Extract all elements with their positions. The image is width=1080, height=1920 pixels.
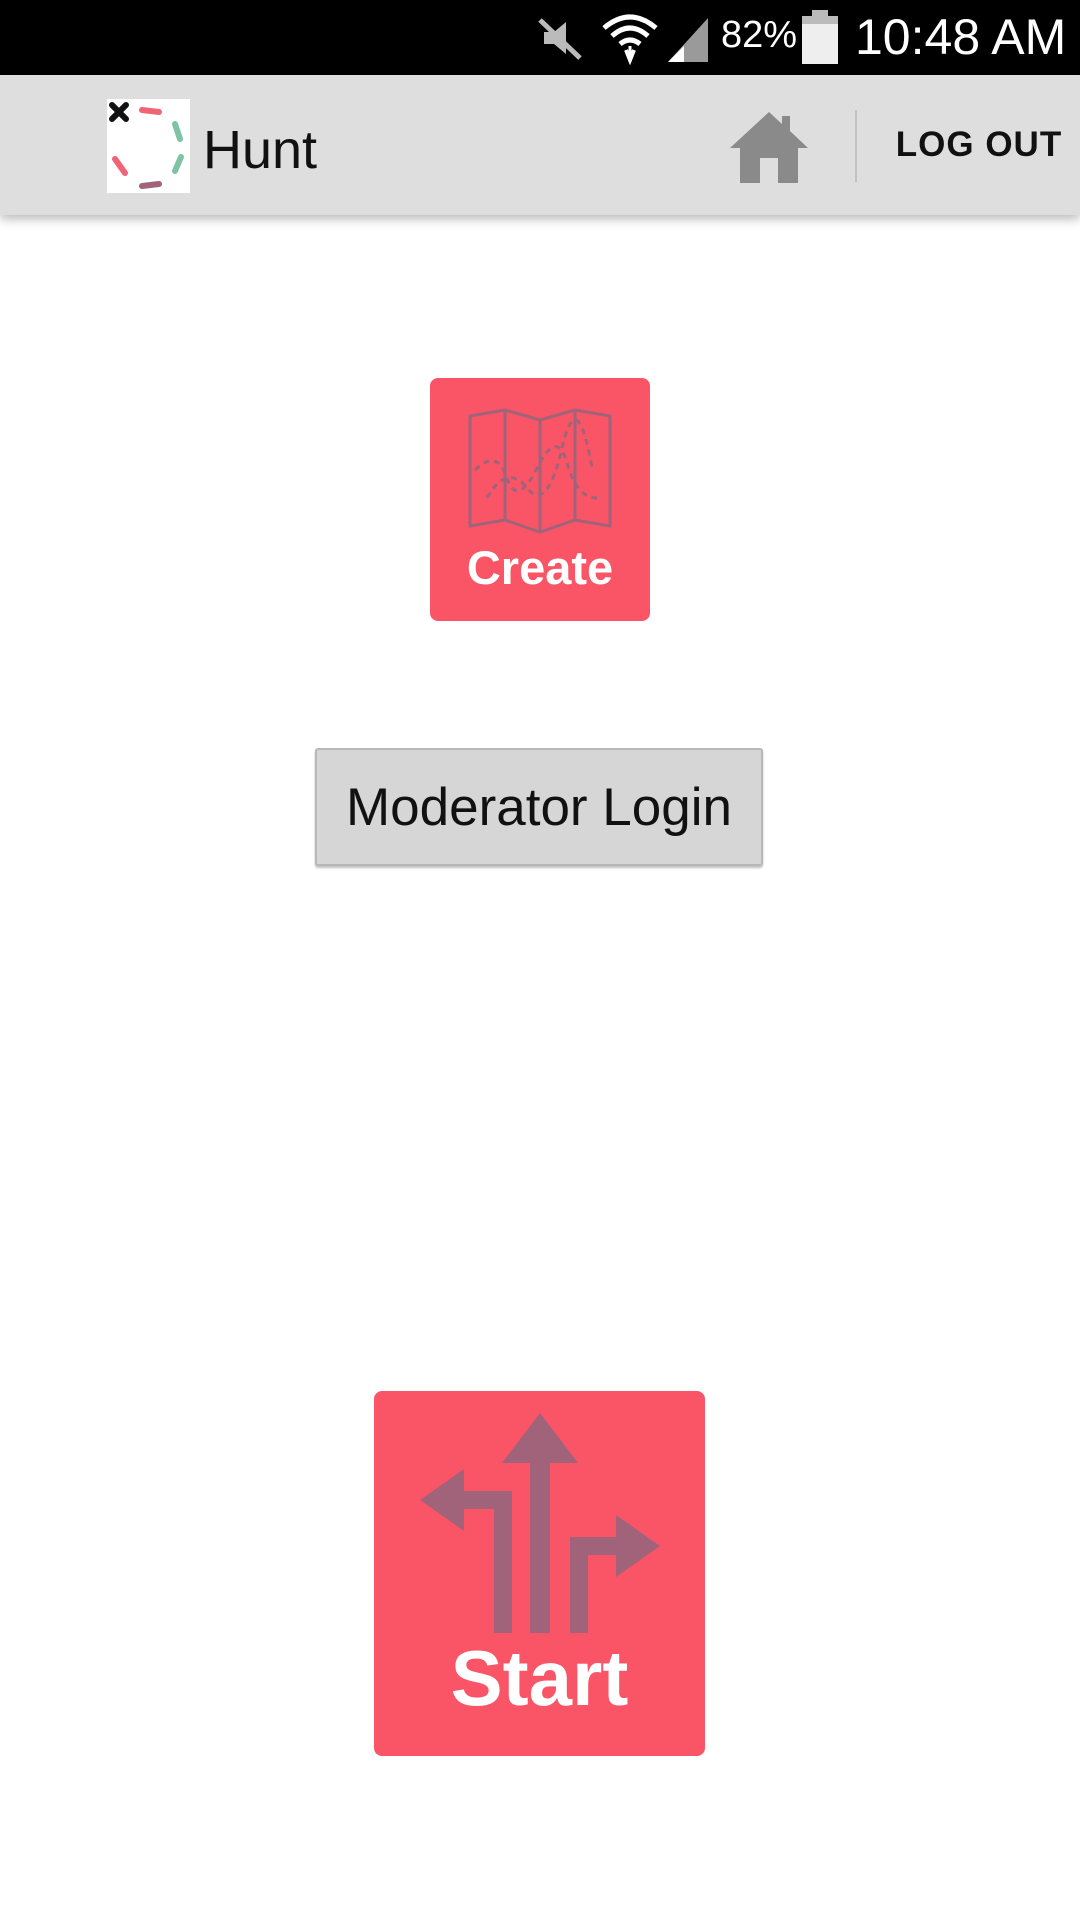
app-logo-icon	[107, 99, 190, 193]
start-button[interactable]: Start	[374, 1391, 705, 1756]
directions-icon	[419, 1413, 660, 1633]
home-button[interactable]	[728, 110, 810, 185]
battery-icon	[800, 10, 840, 71]
moderator-login-button[interactable]: Moderator Login	[315, 748, 763, 866]
action-bar: Hunt LOG OUT	[0, 75, 1080, 215]
start-label: Start	[450, 1634, 629, 1722]
logout-button[interactable]: LOG OUT	[878, 75, 1080, 215]
signal-icon	[664, 10, 712, 71]
status-bar: 82% 10:48 AM	[0, 0, 1080, 75]
action-bar-divider	[855, 110, 857, 182]
clock: 10:48 AM	[855, 9, 1067, 65]
app-title: Hunt	[203, 120, 318, 180]
home-icon	[730, 112, 808, 183]
mute-icon	[532, 10, 588, 71]
create-label: Create	[466, 541, 614, 594]
map-icon	[468, 408, 612, 534]
create-button[interactable]: Create	[430, 378, 650, 621]
battery-percent: 82%	[721, 14, 798, 56]
wifi-icon	[600, 10, 660, 73]
